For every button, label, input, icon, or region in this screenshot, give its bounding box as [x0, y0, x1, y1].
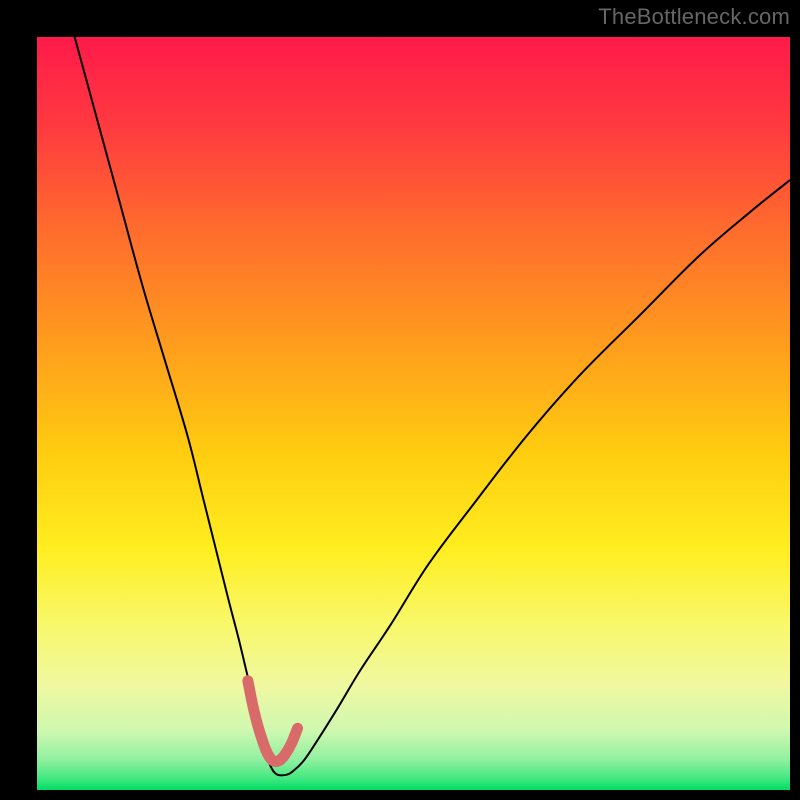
bottleneck-chart — [37, 37, 790, 790]
chart-background — [37, 37, 790, 790]
chart-container — [37, 37, 790, 790]
watermark-text: TheBottleneck.com — [598, 4, 790, 30]
